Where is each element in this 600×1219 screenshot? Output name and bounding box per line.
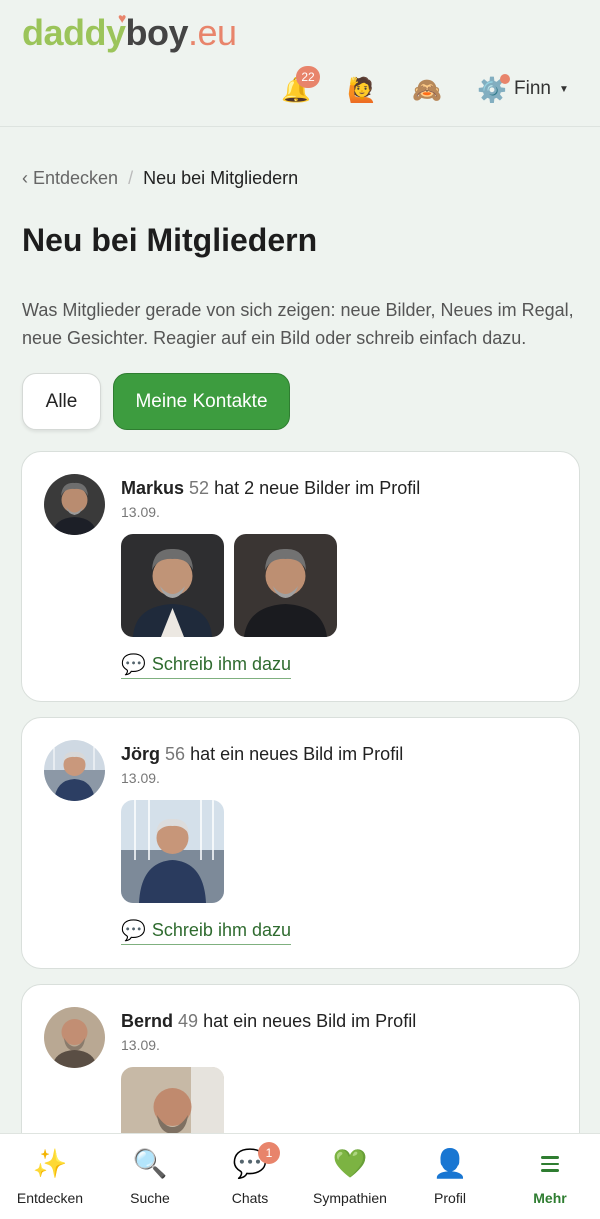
member-name[interactable]: Bernd xyxy=(121,1011,173,1031)
breadcrumb-separator: / xyxy=(128,168,134,188)
incognito-monkey-icon[interactable]: 🙈 xyxy=(409,72,445,108)
write-to-him-link[interactable]: 💬 Schreib ihm dazu xyxy=(121,918,291,945)
notifications-bell-icon[interactable]: 🔔 22 xyxy=(278,66,320,108)
nav-sympathien[interactable]: 💚 Sympathien xyxy=(300,1134,400,1219)
feed-headline: Markus 52 hat 2 neue Bilder im Profil xyxy=(121,478,420,499)
photo-thumbnail[interactable] xyxy=(234,534,337,637)
feed-action: hat ein neues Bild im Profil xyxy=(203,1011,417,1031)
feed-action: hat 2 neue Bilder im Profil xyxy=(214,478,421,498)
chats-badge: 1 xyxy=(258,1142,280,1164)
member-name[interactable]: Jörg xyxy=(121,744,160,764)
nav-mehr[interactable]: Mehr xyxy=(500,1134,600,1219)
logo-heart-icon: ♥ xyxy=(118,10,126,26)
bottom-nav: ✨ Entdecken 🔍 Suche 💬 1 Chats 💚 Sympathi… xyxy=(0,1133,600,1219)
member-age: 49 xyxy=(178,1011,199,1031)
breadcrumb: ‹ Entdecken / Neu bei Mitgliedern xyxy=(22,168,298,189)
filter-contacts-button[interactable]: Meine Kontakte xyxy=(113,373,290,430)
feed-date: 13.09. xyxy=(121,504,160,520)
settings-gear-icon[interactable]: ⚙️ xyxy=(474,72,510,108)
heart-icon: 💚 xyxy=(332,1148,368,1179)
feed-card: Markus 52 hat 2 neue Bilder im Profil 13… xyxy=(21,451,580,702)
member-age: 52 xyxy=(189,478,210,498)
page-title: Neu bei Mitgliedern xyxy=(22,222,318,258)
photo-thumbnails xyxy=(121,534,337,637)
profile-icon: 👤 xyxy=(432,1148,468,1179)
sparkles-icon: ✨ xyxy=(32,1148,68,1179)
caret-down-icon: ▼ xyxy=(558,83,569,95)
user-menu[interactable]: Finn ▼ xyxy=(514,78,569,100)
write-to-him-link[interactable]: 💬 Schreib ihm dazu xyxy=(121,652,291,679)
nav-entdecken[interactable]: ✨ Entdecken xyxy=(0,1134,100,1219)
member-name[interactable]: Markus xyxy=(121,478,184,498)
settings-dot xyxy=(500,74,510,84)
speech-bubble-icon: 💬 xyxy=(121,654,146,676)
visitors-icon[interactable]: 🙋 xyxy=(344,72,380,108)
member-age: 56 xyxy=(165,744,186,764)
speech-bubble-icon: 💬 xyxy=(121,920,146,942)
nav-profil[interactable]: 👤 Profil xyxy=(400,1134,500,1219)
nav-suche[interactable]: 🔍 Suche xyxy=(100,1134,200,1219)
breadcrumb-current: Neu bei Mitgliedern xyxy=(143,168,299,188)
photo-thumbnail[interactable] xyxy=(121,800,224,903)
notifications-badge: 22 xyxy=(296,66,320,88)
menu-icon xyxy=(541,1146,559,1182)
photo-thumbnail[interactable] xyxy=(121,534,224,637)
page-intro: Was Mitglieder gerade von sich zeigen: n… xyxy=(22,300,574,348)
logo[interactable]: daddy boy .eu ♥ xyxy=(22,10,237,54)
feed-date: 13.09. xyxy=(121,1037,160,1053)
filter-all-button[interactable]: Alle xyxy=(22,373,101,430)
feed-action: hat ein neues Bild im Profil xyxy=(190,744,404,764)
feed-date: 13.09. xyxy=(121,770,160,786)
breadcrumb-back-link[interactable]: ‹ Entdecken xyxy=(22,168,118,189)
feed-card: Jörg 56 hat ein neues Bild im Profil 13.… xyxy=(21,717,580,969)
avatar[interactable] xyxy=(44,474,105,535)
filter-pills: Alle Meine Kontakte xyxy=(22,373,290,430)
avatar[interactable] xyxy=(44,740,105,801)
photo-thumbnails xyxy=(121,800,224,903)
nav-chats[interactable]: 💬 1 Chats xyxy=(200,1134,300,1219)
user-name: Finn xyxy=(514,78,551,99)
feed-headline: Jörg 56 hat ein neues Bild im Profil xyxy=(121,744,403,765)
app-header: daddy boy .eu ♥ 🔔 22 🙋 🙈 ⚙️ Finn ▼ xyxy=(0,0,600,127)
search-icon: 🔍 xyxy=(132,1148,168,1179)
avatar[interactable] xyxy=(44,1007,105,1068)
feed-headline: Bernd 49 hat ein neues Bild im Profil xyxy=(121,1011,416,1032)
